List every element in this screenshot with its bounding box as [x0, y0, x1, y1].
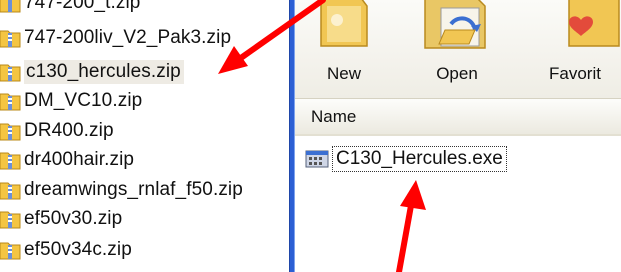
favorites-button[interactable]: Favorit [541, 0, 621, 98]
open-button[interactable]: Open [415, 0, 499, 98]
list-item-selected[interactable]: c130_hercules.zip [0, 58, 184, 85]
new-button[interactable]: New [307, 0, 381, 98]
zip-folder-icon [0, 152, 21, 169]
zip-folder-icon [0, 123, 21, 140]
zip-folder-icon [0, 242, 21, 259]
open-folder-icon [424, 0, 486, 49]
new-folder-icon [320, 0, 368, 47]
file-name: DR400.zip [24, 119, 114, 141]
file-name: 747-200_t.zip [24, 0, 141, 13]
zip-folder-icon [0, 64, 21, 81]
favorites-icon [568, 0, 620, 47]
list-item[interactable]: C130_Hercules.exe [305, 144, 507, 174]
favorites-label: Favorit [549, 64, 601, 83]
list-item[interactable]: ef50v30.zip [0, 205, 122, 232]
toolbar: New Open Favorit [295, 0, 621, 99]
file-name: C130_Hercules.exe [332, 146, 507, 172]
zip-folder-icon [0, 0, 21, 12]
zip-folder-icon [0, 211, 21, 228]
column-header[interactable]: Name [295, 99, 621, 136]
column-name[interactable]: Name [311, 107, 356, 127]
file-name: dreamwings_rnlaf_f50.zip [24, 178, 243, 200]
exe-file-icon [305, 150, 329, 168]
zip-folder-icon [0, 30, 21, 47]
list-item[interactable]: dreamwings_rnlaf_f50.zip [0, 176, 243, 203]
open-label: Open [436, 64, 478, 83]
list-item[interactable]: DR400.zip [0, 117, 114, 144]
file-name: dr400hair.zip [24, 148, 135, 170]
zip-folder-icon [0, 182, 21, 199]
file-name: ef50v34c.zip [24, 238, 132, 260]
zip-folder-icon [0, 93, 21, 110]
header-divider [295, 134, 621, 136]
file-name: DM_VC10.zip [24, 89, 143, 111]
file-list-pane: 747-200_t.zip 747-200liv_V2_Pak3.zip c13… [0, 0, 289, 272]
list-item[interactable]: ef50v34c.zip [0, 236, 132, 263]
new-label: New [326, 64, 361, 83]
file-name: c130_hercules.zip [24, 59, 184, 84]
folder-contents-pane: New Open Favorit Name C130_Hercules.exe [295, 0, 621, 272]
file-name: ef50v30.zip [24, 207, 123, 229]
list-item[interactable]: 747-200_t.zip [0, 0, 140, 16]
file-name: 747-200liv_V2_Pak3.zip [24, 26, 232, 48]
list-item[interactable]: 747-200liv_V2_Pak3.zip [0, 24, 231, 51]
list-item[interactable]: dr400hair.zip [0, 146, 134, 173]
list-item[interactable]: DM_VC10.zip [0, 87, 142, 114]
